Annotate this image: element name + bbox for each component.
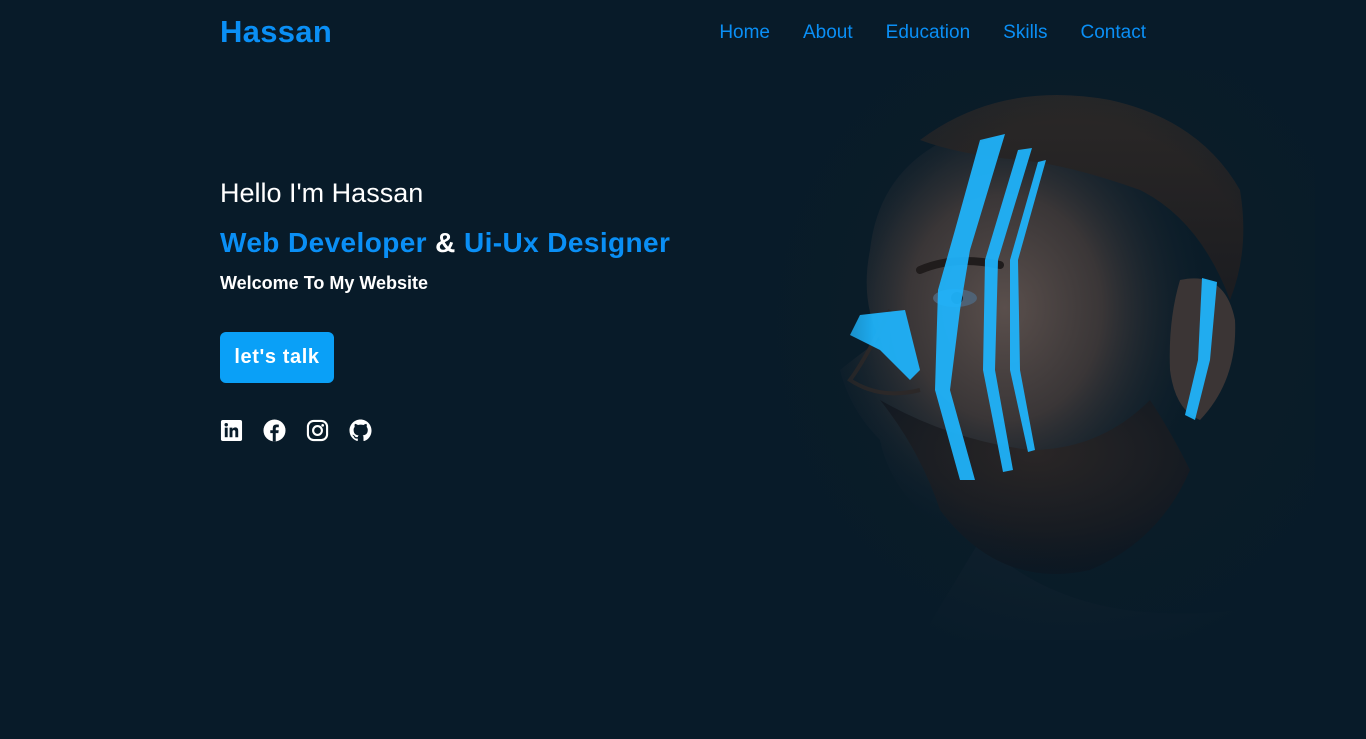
hero-section: Hello I'm Hassan Web Developer & Ui-Ux D… [220, 178, 780, 442]
linkedin-icon[interactable] [220, 419, 243, 442]
main-nav: Home About Education Skills Contact [719, 22, 1146, 44]
role-joiner: & [435, 227, 456, 258]
role-web-developer: Web Developer [220, 227, 427, 258]
hero-roles: Web Developer & Ui-Ux Designer [220, 227, 780, 259]
facebook-icon[interactable] [263, 419, 286, 442]
lets-talk-button[interactable]: let's talk [220, 332, 334, 383]
site-header: Hassan Home About Education Skills Conta… [0, 0, 1366, 70]
nav-home[interactable]: Home [719, 22, 770, 44]
github-icon[interactable] [349, 419, 372, 442]
nav-skills[interactable]: Skills [1003, 22, 1047, 44]
nav-contact[interactable]: Contact [1081, 22, 1146, 44]
role-uiux-designer: Ui-Ux Designer [463, 227, 671, 258]
site-logo[interactable]: Hassan [220, 14, 332, 50]
hero-welcome: Welcome To My Website [220, 273, 429, 293]
hero-greeting: Hello I'm Hassan [220, 178, 424, 208]
social-links [220, 419, 780, 442]
nav-education[interactable]: Education [886, 22, 971, 44]
portfolio-page: Hassan Home About Education Skills Conta… [0, 0, 1366, 739]
instagram-icon[interactable] [306, 419, 329, 442]
nav-about[interactable]: About [803, 22, 853, 44]
hero-portrait-image [770, 70, 1315, 640]
